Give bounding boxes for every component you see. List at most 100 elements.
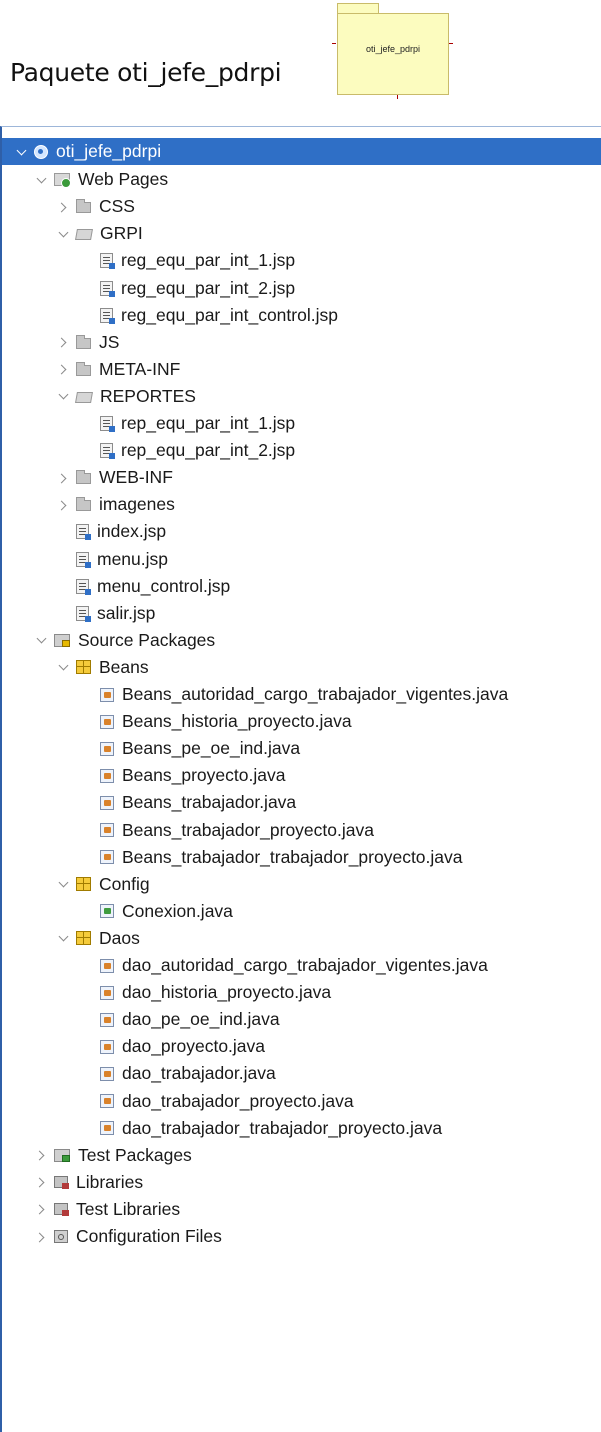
- chevron-down-icon[interactable]: [58, 878, 70, 890]
- project-tree[interactable]: oti_jefe_pdrpi Web Pages CSS GRPI reg_equ_pa…: [0, 126, 601, 1432]
- tree-item[interactable]: menu.jsp: [2, 546, 168, 573]
- tree-item[interactable]: index.jsp: [2, 518, 166, 545]
- chevron-down-icon[interactable]: [58, 228, 70, 240]
- tree-item[interactable]: dao_trabajador_proyecto.java: [2, 1088, 354, 1115]
- java-file-icon: [100, 1094, 114, 1108]
- tree-item[interactable]: dao_historia_proyecto.java: [2, 979, 331, 1006]
- java-file-icon: [100, 958, 114, 973]
- tree-item[interactable]: WEB-INF: [2, 464, 173, 491]
- tree-item[interactable]: REPORTES: [2, 383, 196, 410]
- tree-item[interactable]: Beans_trabajador_trabajador_proyecto.jav…: [2, 844, 463, 871]
- tree-item-label: Config: [99, 873, 150, 894]
- java-file-icon: [100, 823, 114, 837]
- chevron-right-icon[interactable]: [36, 1149, 48, 1161]
- tree-item[interactable]: Beans: [2, 654, 149, 681]
- chevron-right-icon[interactable]: [58, 472, 70, 484]
- folder-icon: [76, 361, 91, 376]
- tree-item[interactable]: Test Packages: [2, 1142, 192, 1169]
- jsp-file-icon: [76, 578, 91, 595]
- tree-item-label: rep_equ_par_int_2.jsp: [121, 440, 296, 461]
- tree-item-label: Beans_autoridad_cargo_trabajador_vigente…: [122, 684, 509, 704]
- tree-item[interactable]: Libraries: [2, 1169, 143, 1196]
- libraries-icon: [54, 1176, 69, 1190]
- java-file-icon: [100, 795, 114, 810]
- tree-item-label: Source Packages: [78, 629, 216, 650]
- tree-item[interactable]: Config: [2, 871, 150, 898]
- jsp-file-icon: [76, 605, 91, 622]
- tree-item[interactable]: Source Packages: [2, 627, 215, 654]
- tree-item[interactable]: menu_control.jsp: [2, 573, 230, 600]
- tree-item-label: REPORTES: [100, 385, 196, 406]
- tree-item[interactable]: Test Libraries: [2, 1196, 180, 1223]
- chevron-right-icon[interactable]: [36, 1231, 48, 1243]
- tree-item[interactable]: Beans_proyecto.java: [2, 762, 285, 789]
- tree-item[interactable]: dao_trabajador.java: [2, 1060, 276, 1087]
- tree-item[interactable]: reg_equ_par_int_control.jsp: [2, 302, 338, 329]
- tree-item[interactable]: META-INF: [2, 356, 180, 383]
- java-file-icon: [100, 1012, 114, 1027]
- jsp-file-icon: [76, 551, 91, 568]
- folder-open-icon: [75, 391, 93, 403]
- tree-item-label: rep_equ_par_int_1.jsp: [121, 413, 296, 433]
- jsp-file-icon: [100, 280, 115, 297]
- package-icon: [76, 877, 91, 892]
- tree-item[interactable]: Beans_trabajador_proyecto.java: [2, 817, 374, 844]
- chevron-right-icon[interactable]: [58, 336, 70, 348]
- package-icon: [76, 931, 91, 946]
- tree-item[interactable]: JS: [2, 329, 119, 356]
- tree-item[interactable]: rep_equ_par_int_1.jsp: [2, 410, 295, 437]
- tree-item-label: Web Pages: [78, 169, 169, 190]
- chevron-down-icon[interactable]: [58, 390, 70, 402]
- tree-item-label: WEB-INF: [99, 467, 173, 488]
- tree-item-label: reg_equ_par_int_control.jsp: [121, 304, 338, 325]
- tree-item[interactable]: reg_equ_par_int_1.jsp: [2, 247, 295, 274]
- chevron-down-icon[interactable]: [58, 661, 70, 673]
- chevron-right-icon[interactable]: [58, 363, 70, 375]
- tree-item[interactable]: Web Pages: [2, 166, 168, 193]
- java-main-file-icon: [100, 904, 114, 919]
- tree-item[interactable]: Configuration Files: [2, 1223, 222, 1250]
- tree-item[interactable]: dao_autoridad_cargo_trabajador_vigentes.…: [2, 952, 488, 979]
- tree-item[interactable]: imagenes: [2, 491, 175, 518]
- jsp-file-icon: [100, 307, 115, 324]
- tree-item[interactable]: dao_trabajador_trabajador_proyecto.java: [2, 1115, 442, 1142]
- java-file-icon: [100, 1066, 114, 1081]
- tree-item[interactable]: Beans_pe_oe_ind.java: [2, 735, 300, 762]
- tree-item-label: Test Packages: [78, 1144, 192, 1165]
- tree-item[interactable]: dao_pe_oe_ind.java: [2, 1006, 280, 1033]
- tree-item[interactable]: dao_proyecto.java: [2, 1033, 265, 1060]
- tree-item-label: Beans_historia_proyecto.java: [122, 711, 352, 732]
- tree-item[interactable]: rep_equ_par_int_2.jsp: [2, 437, 295, 464]
- chevron-down-icon[interactable]: [58, 932, 70, 944]
- tree-item[interactable]: Beans_trabajador.java: [2, 789, 296, 816]
- chevron-down-icon[interactable]: [36, 174, 48, 186]
- chevron-right-icon[interactable]: [58, 499, 70, 511]
- chevron-right-icon[interactable]: [36, 1203, 48, 1215]
- tree-item[interactable]: salir.jsp: [2, 600, 155, 627]
- tree-item-label: Beans_pe_oe_ind.java: [122, 738, 301, 759]
- chevron-down-icon[interactable]: [16, 146, 28, 158]
- folder-icon: [76, 334, 91, 349]
- tree-item[interactable]: Beans_historia_proyecto.java: [2, 708, 352, 735]
- tree-item[interactable]: reg_equ_par_int_2.jsp: [2, 275, 295, 302]
- chevron-down-icon[interactable]: [36, 634, 48, 646]
- tree-item-label: Configuration Files: [76, 1226, 222, 1246]
- tree-item-label: dao_pe_oe_ind.java: [122, 1009, 280, 1030]
- configuration-files-icon: [54, 1230, 68, 1243]
- tree-item[interactable]: oti_jefe_pdrpi: [2, 138, 601, 165]
- test-libraries-icon: [54, 1203, 69, 1217]
- jsp-file-icon: [76, 524, 91, 541]
- tree-item[interactable]: Beans_autoridad_cargo_trabajador_vigente…: [2, 681, 508, 708]
- tree-item-label: Beans_proyecto.java: [122, 765, 286, 786]
- tree-item-label: Conexion.java: [122, 900, 233, 921]
- tree-item-label: GRPI: [100, 223, 143, 244]
- tree-item[interactable]: GRPI: [2, 220, 143, 247]
- chevron-right-icon[interactable]: [58, 201, 70, 213]
- chevron-right-icon[interactable]: [36, 1176, 48, 1188]
- tree-item[interactable]: CSS: [2, 193, 135, 220]
- tree-item[interactable]: Conexion.java: [2, 898, 233, 925]
- tree-item[interactable]: Daos: [2, 925, 140, 952]
- test-packages-icon: [54, 1148, 70, 1162]
- folder-icon: [76, 470, 91, 485]
- tree-item-label: dao_historia_proyecto.java: [122, 982, 332, 1003]
